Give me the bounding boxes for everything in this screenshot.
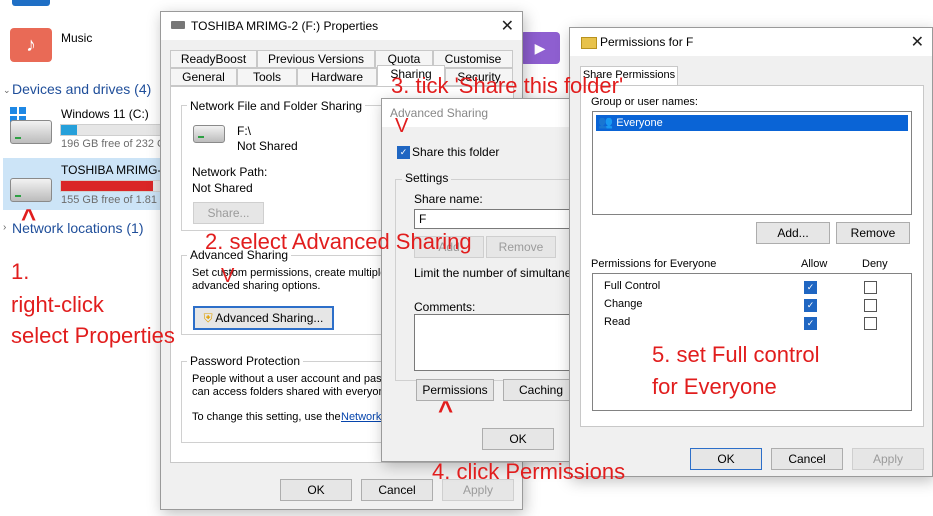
step3-annotation: 3. tick 'Share this folder' bbox=[391, 73, 624, 98]
advanced-sharing-button-label: Advanced Sharing... bbox=[215, 311, 324, 325]
share-name-field[interactable]: F bbox=[414, 209, 586, 229]
allow-read-checkbox[interactable]: ✓ bbox=[804, 317, 817, 330]
pw-change-text: To change this setting, use the bbox=[192, 411, 341, 423]
allow-full-control-checkbox[interactable]: ✓ bbox=[804, 281, 817, 294]
properties-titlebar[interactable]: TOSHIBA MRIMG-2 (F:) Properties ✕ bbox=[161, 12, 522, 40]
pw-desc-2: can access folders shared with everyone bbox=[192, 386, 391, 398]
share-button[interactable]: Share... bbox=[193, 202, 264, 224]
password-group-label: Password Protection bbox=[187, 354, 304, 368]
limit-users-text: Limit the number of simultaneous bbox=[414, 266, 574, 280]
comments-label: Comments: bbox=[414, 300, 476, 314]
drive-f-usage-fill bbox=[61, 181, 153, 191]
vmark-advanced: V bbox=[221, 265, 235, 287]
drive-c-usage-bar bbox=[60, 124, 162, 136]
tab-tools[interactable]: Tools bbox=[237, 68, 297, 86]
caret-permissions: ^ bbox=[438, 395, 454, 425]
tab-general[interactable]: General bbox=[170, 68, 237, 86]
advanced-sharing-button[interactable]: ⛨ Advanced Sharing... bbox=[193, 306, 334, 330]
permissions-header: Permissions for Everyone bbox=[591, 258, 717, 270]
tab-previous-versions[interactable]: Previous Versions bbox=[257, 50, 375, 68]
perm-name-full-control: Full Control bbox=[604, 280, 661, 292]
share-path: F:\ bbox=[237, 124, 251, 138]
user-everyone-label: Everyone bbox=[616, 117, 663, 129]
chevron-right-icon[interactable]: › bbox=[3, 222, 6, 233]
comments-field[interactable] bbox=[414, 314, 586, 371]
users-icon: 👥 bbox=[598, 115, 613, 129]
share-name-label: Share name: bbox=[414, 192, 483, 206]
share-status: Not Shared bbox=[237, 139, 298, 153]
tab-readyboost[interactable]: ReadyBoost bbox=[170, 50, 257, 68]
cancel-button[interactable]: Cancel bbox=[361, 479, 433, 501]
drive-c-icon[interactable] bbox=[10, 120, 52, 144]
permissions-ok-button[interactable]: OK bbox=[690, 448, 762, 470]
devices-header[interactable]: Devices and drives (4) bbox=[12, 81, 151, 97]
network-center-link[interactable]: Network bbox=[341, 411, 381, 423]
share-name-value: F bbox=[419, 212, 427, 226]
permissions-title: Permissions for F bbox=[600, 35, 694, 49]
video-folder-icon[interactable]: ▶ bbox=[520, 32, 560, 64]
allow-change-checkbox[interactable]: ✓ bbox=[804, 299, 817, 312]
list-item-everyone[interactable]: 👥 Everyone bbox=[596, 115, 908, 131]
add-user-button[interactable]: Add... bbox=[756, 222, 830, 244]
ok-button[interactable]: OK bbox=[280, 479, 352, 501]
drive-f-name[interactable]: TOSHIBA MRIMG-2 bbox=[61, 163, 168, 177]
step2-annotation: 2. select Advanced Sharing bbox=[205, 229, 472, 254]
drive-f-icon[interactable] bbox=[10, 178, 52, 202]
step1-line-a: right-click bbox=[11, 292, 104, 317]
permissions-button[interactable]: Permissions bbox=[416, 379, 494, 401]
network-path-value: Not Shared bbox=[192, 181, 253, 195]
drive-c-usage-fill bbox=[61, 125, 77, 135]
allow-header: Allow bbox=[801, 258, 828, 270]
permissions-apply-button[interactable]: Apply bbox=[852, 448, 924, 470]
permissions-dialog: Permissions for F ✕ Share Permissions Gr… bbox=[569, 27, 933, 477]
network-path-label: Network Path: bbox=[192, 165, 268, 179]
permissions-cancel-button[interactable]: Cancel bbox=[771, 448, 843, 470]
drive-share-icon bbox=[193, 125, 225, 143]
share-folder-checkbox[interactable]: ✓ bbox=[397, 146, 410, 159]
drive-c-free: 196 GB free of 232 G bbox=[61, 138, 166, 150]
permissions-titlebar[interactable]: Permissions for F ✕ bbox=[570, 28, 932, 56]
drive-f-usage-bar bbox=[60, 180, 162, 192]
vmark-share-checkbox: V bbox=[395, 115, 409, 137]
deny-read-checkbox[interactable] bbox=[864, 317, 877, 330]
remove-share-button[interactable]: Remove bbox=[486, 236, 556, 258]
chevron-down-icon[interactable]: ⌄ bbox=[3, 85, 11, 96]
nffs-group-label: Network File and Folder Sharing bbox=[187, 99, 366, 113]
drive-c-name[interactable]: Windows 11 (C:) bbox=[61, 107, 149, 121]
share-folder-label[interactable]: Share this folder bbox=[412, 145, 499, 159]
music-folder-icon[interactable]: ♪ bbox=[10, 28, 52, 62]
settings-group-label: Settings bbox=[402, 171, 452, 185]
shield-icon: ⛨ bbox=[203, 311, 213, 325]
step5-line-a: 5. set Full control bbox=[652, 342, 820, 367]
tab-customise[interactable]: Customise bbox=[433, 50, 513, 68]
caching-button[interactable]: Caching bbox=[503, 379, 579, 401]
step4-annotation: 4. click Permissions bbox=[432, 459, 626, 484]
group-names-list[interactable]: 👥 Everyone bbox=[592, 111, 912, 215]
folder-small-icon bbox=[581, 37, 597, 49]
deny-header: Deny bbox=[862, 258, 888, 270]
step1-line-b: select Properties bbox=[11, 323, 175, 348]
tab-hardware[interactable]: Hardware bbox=[297, 68, 377, 86]
perm-name-read: Read bbox=[604, 316, 631, 328]
perm-name-change: Change bbox=[604, 298, 643, 310]
advanced-titlebar[interactable]: Advanced Sharing bbox=[382, 99, 577, 127]
properties-title: TOSHIBA MRIMG-2 (F:) Properties bbox=[191, 19, 379, 33]
remove-user-button[interactable]: Remove bbox=[836, 222, 910, 244]
drive-small-icon bbox=[171, 21, 185, 29]
pw-desc-1: People without a user account and passw bbox=[192, 373, 396, 385]
music-label[interactable]: Music bbox=[61, 31, 92, 45]
close-icon[interactable]: ✕ bbox=[501, 16, 514, 36]
deny-full-control-checkbox[interactable] bbox=[864, 281, 877, 294]
top-folder-icon bbox=[12, 0, 50, 6]
drive-f-free: 155 GB free of 1.81 bbox=[61, 194, 158, 206]
adv-desc-2: advanced sharing options. bbox=[192, 280, 321, 292]
deny-change-checkbox[interactable] bbox=[864, 299, 877, 312]
caret-drive-annotation: ^ bbox=[21, 203, 37, 233]
advanced-sharing-dialog: Advanced Sharing ✓ Share this folder Set… bbox=[381, 98, 586, 462]
advanced-ok-button[interactable]: OK bbox=[482, 428, 554, 450]
close-icon[interactable]: ✕ bbox=[911, 32, 924, 52]
step5-line-b: for Everyone bbox=[652, 374, 777, 399]
step1-number: 1. bbox=[11, 259, 30, 284]
